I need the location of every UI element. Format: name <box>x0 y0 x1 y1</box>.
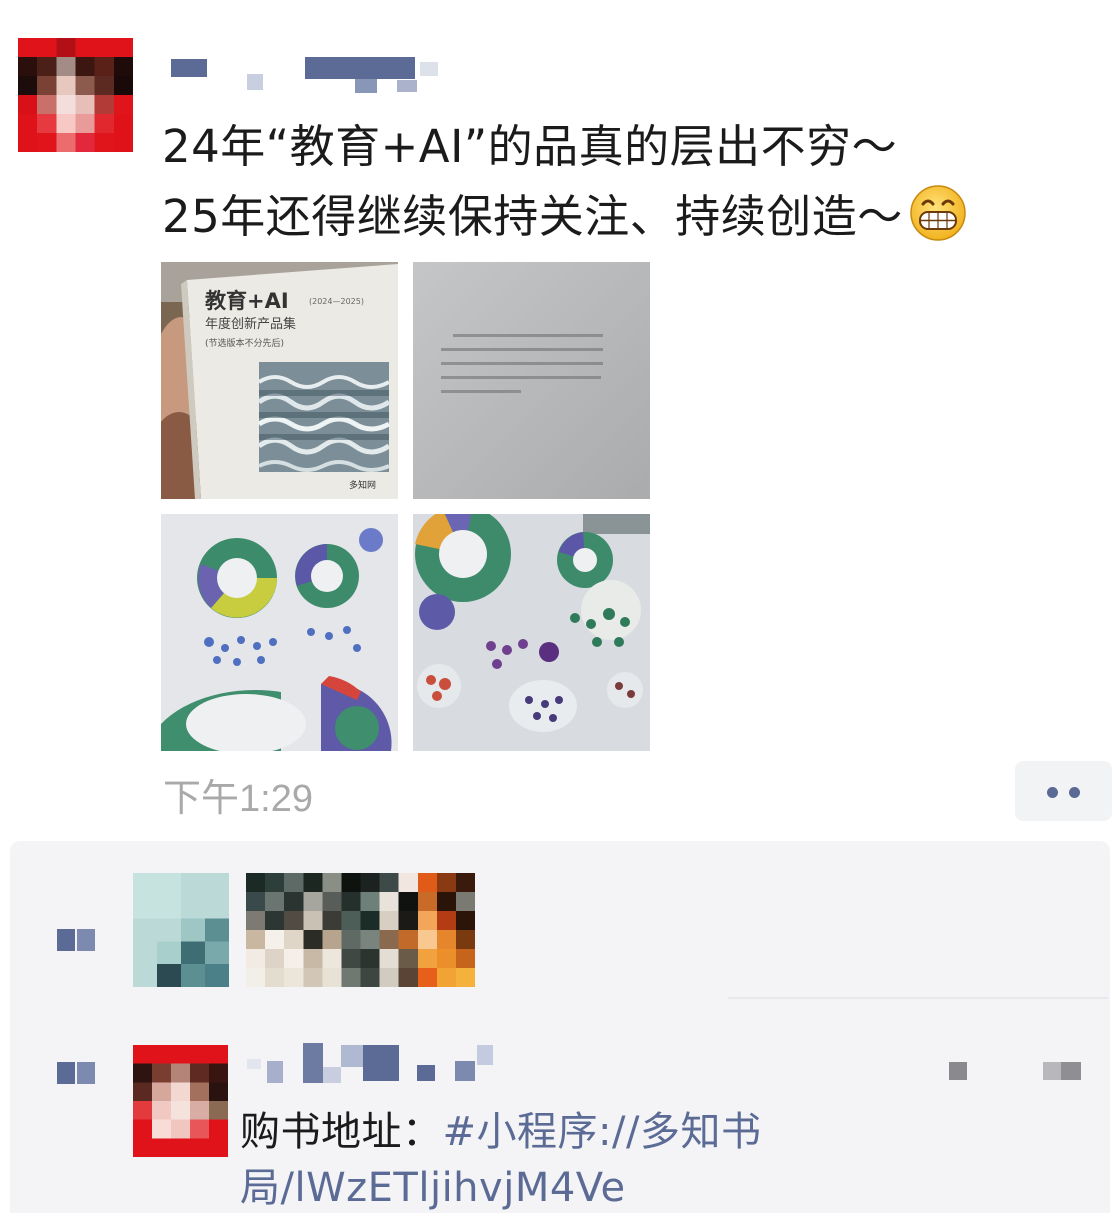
cover-years: (2024—2025) <box>309 297 364 306</box>
like-icon <box>57 929 95 951</box>
cover-note: (节选版本不分先后) <box>205 337 284 349</box>
book-page-photo[interactable] <box>413 262 650 499</box>
cover-publisher: 多知网 <box>349 479 376 491</box>
post-text-line-2-text: 25年还得继续保持关注、持续创造～ <box>162 190 903 243</box>
section-divider <box>728 997 1108 999</box>
commenter-name-redacted[interactable] <box>245 1043 495 1085</box>
book-cover-photo[interactable]: 教育+AI (2024—2025) 年度创新产品集 (节选版本不分先后) 多知网 <box>161 262 398 499</box>
more-dots-icon <box>1047 787 1058 798</box>
chart-page-photo[interactable] <box>413 514 650 751</box>
cover-subtitle: 年度创新产品集 <box>205 316 296 332</box>
comment-icon <box>57 1062 95 1084</box>
cover-title: 教育+AI <box>205 289 289 313</box>
poster-avatar[interactable] <box>18 38 133 152</box>
comment-time-redacted <box>945 1062 1085 1082</box>
poster-name-redacted[interactable] <box>165 52 445 97</box>
comment-text: 购书地址：#小程序://多知书局/lWzETljihvjM4Ve <box>240 1104 1090 1213</box>
chart-page-photo[interactable] <box>161 514 398 751</box>
more-dots-icon <box>1069 787 1080 798</box>
post-text-line-1: 24年“教育+AI”的品真的层出不穷～ <box>162 120 898 173</box>
like-avatar[interactable] <box>246 873 475 987</box>
post-text-line-2: 25年还得继续保持关注、持续创造～ <box>162 182 1082 252</box>
poster-avatar-pixels <box>18 38 133 152</box>
comment-prefix: 购书地址： <box>240 1109 443 1155</box>
more-actions-button[interactable] <box>1015 761 1112 821</box>
like-avatar[interactable] <box>133 873 229 987</box>
post-time: 下午1:29 <box>163 778 313 820</box>
commenter-avatar[interactable] <box>133 1045 228 1157</box>
post-text: 24年“教育+AI”的品真的层出不穷～ 25年还得继续保持关注、持续创造～ <box>162 112 1082 252</box>
grin-emoji-icon <box>909 184 967 242</box>
